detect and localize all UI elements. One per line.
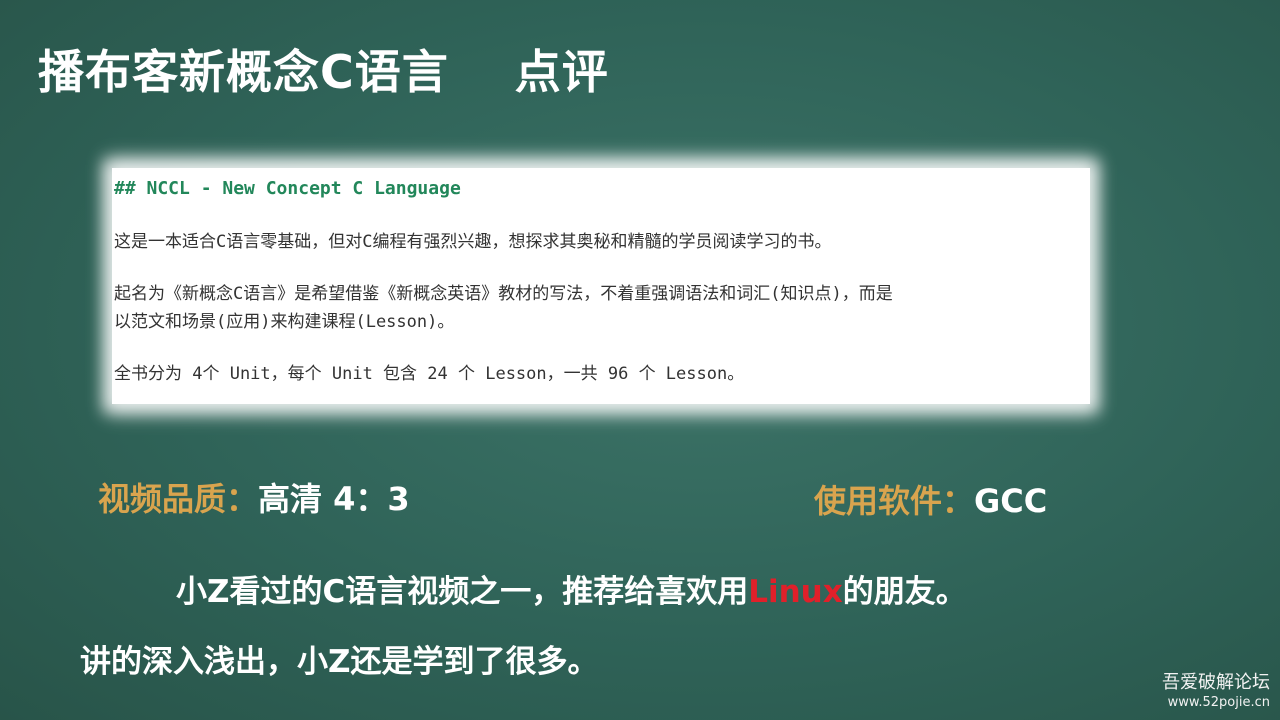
excerpt-paragraph: 这是一本适合C语言零基础，但对C编程有强烈兴趣，想探求其奥秘和精髓的学员阅读学习… [114, 232, 832, 252]
software-spec: 使用软件：GCC [814, 476, 1047, 522]
video-quality-value: 高清 4：3 [258, 480, 410, 518]
watermark-url: www.52pojie.cn [1167, 695, 1270, 710]
forum-watermark: 吾爱破解论坛 www.52pojie.cn [1162, 672, 1270, 712]
excerpt-heading: ## NCCL - New Concept C Language [114, 178, 461, 199]
video-quality-label: 视频品质： [98, 480, 259, 518]
review-remark-line: 讲的深入浅出，小Z还是学到了很多。 [80, 644, 599, 680]
video-quality-spec: 视频品质：高清 4：3 [98, 474, 410, 520]
excerpt-paragraph-line: 起名为《新概念C语言》是希望借鉴《新概念英语》教材的写法，不着重强调语法和词汇(… [114, 284, 893, 304]
excerpt-paragraph-line: 以范文和场景(应用)来构建课程(Lesson)。 [114, 312, 455, 332]
software-value: GCC [974, 482, 1048, 520]
slide-title-main: 播布客新概念C语言 [38, 45, 449, 99]
watermark-name: 吾爱破解论坛 [1162, 672, 1270, 693]
slide-title: 播布客新概念C语言 点评 [38, 36, 609, 102]
software-label: 使用软件： [814, 482, 975, 520]
remark-highlight-linux: Linux [748, 574, 843, 610]
remark-text: 的朋友。 [842, 574, 967, 610]
review-remark-line: 小Z看过的C语言视频之一，推荐给喜欢用Linux的朋友。 [176, 566, 967, 611]
excerpt-paragraph: 全书分为 4个 Unit，每个 Unit 包含 24 个 Lesson，一共 9… [114, 364, 745, 384]
slide-title-tag: 点评 [514, 45, 609, 99]
excerpt-card: ## NCCL - New Concept C Language 这是一本适合C… [112, 168, 1090, 404]
remark-text: 小Z看过的C语言视频之一，推荐给喜欢用 [176, 574, 749, 610]
excerpt-paragraph: 起名为《新概念C语言》是希望借鉴《新概念英语》教材的写法，不着重强调语法和词汇(… [114, 280, 893, 336]
